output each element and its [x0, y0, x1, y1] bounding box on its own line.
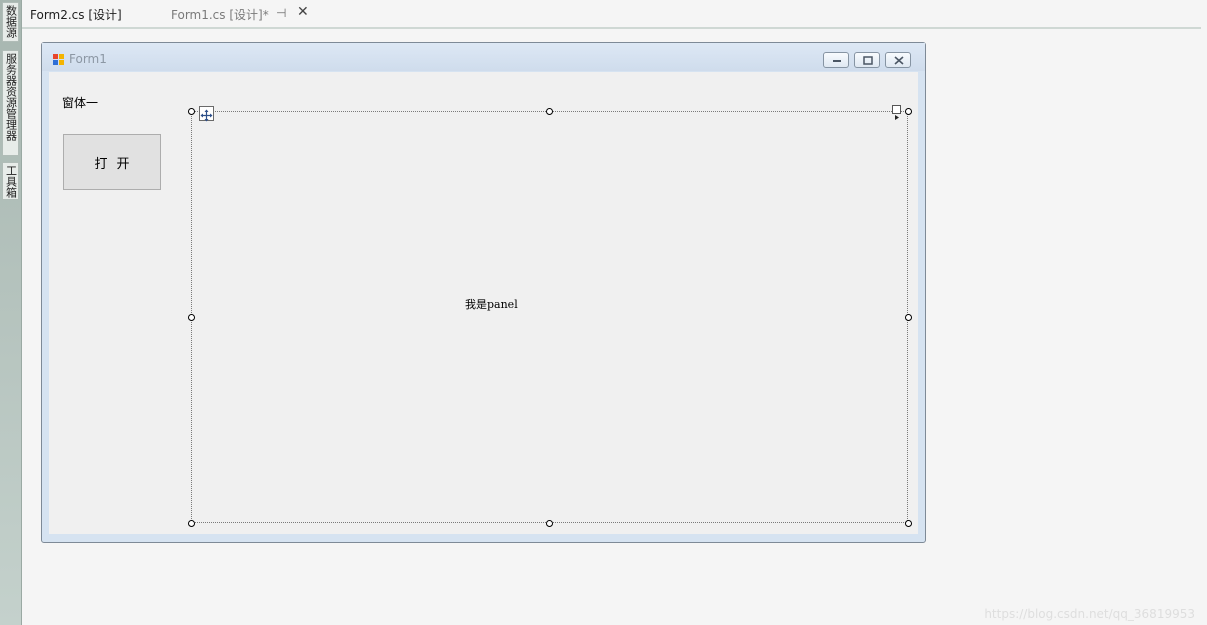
form-icon-yellow-square-2	[59, 60, 64, 65]
close-tab-icon[interactable]: ✕	[297, 4, 309, 20]
side-tab-datasource-label: 数据源	[4, 5, 18, 38]
minimize-button[interactable]	[823, 52, 849, 68]
form-icon-red-square	[53, 54, 58, 59]
side-tab-toolbox[interactable]: 工具箱	[2, 162, 19, 200]
form-icon-yellow-square	[59, 54, 64, 59]
tab-form1-design[interactable]: Form1.cs [设计]*	[171, 5, 269, 25]
side-tab-server-explorer[interactable]: 服务器资源管理器	[2, 50, 19, 156]
ide-root: 数据源 服务器资源管理器 工具箱 Form2.cs [设计] Form1.cs …	[0, 0, 1207, 625]
close-form-icon	[894, 56, 904, 65]
move-arrows-icon	[200, 109, 213, 122]
form-label-window-one: 窗体一	[62, 96, 99, 110]
resize-handle-left[interactable]	[188, 314, 195, 321]
resize-handle-top[interactable]	[546, 108, 553, 115]
side-tab-toolbox-label: 工具箱	[4, 165, 18, 198]
form-app-icon	[53, 54, 65, 65]
minimize-icon	[833, 60, 841, 62]
resize-handle-bottom[interactable]	[546, 520, 553, 527]
resize-handle-top-left[interactable]	[188, 108, 195, 115]
form-title: Form1	[69, 52, 107, 66]
smart-tag-button[interactable]	[892, 105, 901, 120]
open-button[interactable]: 打开	[63, 134, 161, 190]
maximize-button[interactable]	[854, 52, 880, 68]
side-tab-datasource[interactable]: 数据源	[2, 2, 19, 42]
resize-handle-bottom-left[interactable]	[188, 520, 195, 527]
panel-control[interactable]	[191, 111, 908, 523]
side-tab-server-explorer-label: 服务器资源管理器	[4, 53, 18, 141]
watermark-text: https://blog.csdn.net/qq_36819953	[984, 607, 1195, 621]
document-tab-bar: Form2.cs [设计] Form1.cs [设计]* ⊣ ✕	[22, 0, 1201, 29]
pin-icon[interactable]: ⊣	[276, 6, 286, 20]
form-titlebar[interactable]: Form1	[42, 43, 925, 71]
resize-handle-top-right[interactable]	[905, 108, 912, 115]
form-icon-blue-square	[53, 60, 58, 65]
close-form-button[interactable]	[885, 52, 911, 68]
panel-label: 我是panel	[465, 298, 518, 311]
side-tool-strip: 数据源 服务器资源管理器 工具箱	[0, 0, 22, 625]
resize-handle-bottom-right[interactable]	[905, 520, 912, 527]
move-handle-icon[interactable]	[199, 106, 214, 122]
smart-tag-arrow-icon	[895, 115, 899, 120]
resize-handle-right[interactable]	[905, 314, 912, 321]
tab-form2-design[interactable]: Form2.cs [设计]	[30, 5, 122, 25]
maximize-icon	[863, 56, 873, 65]
